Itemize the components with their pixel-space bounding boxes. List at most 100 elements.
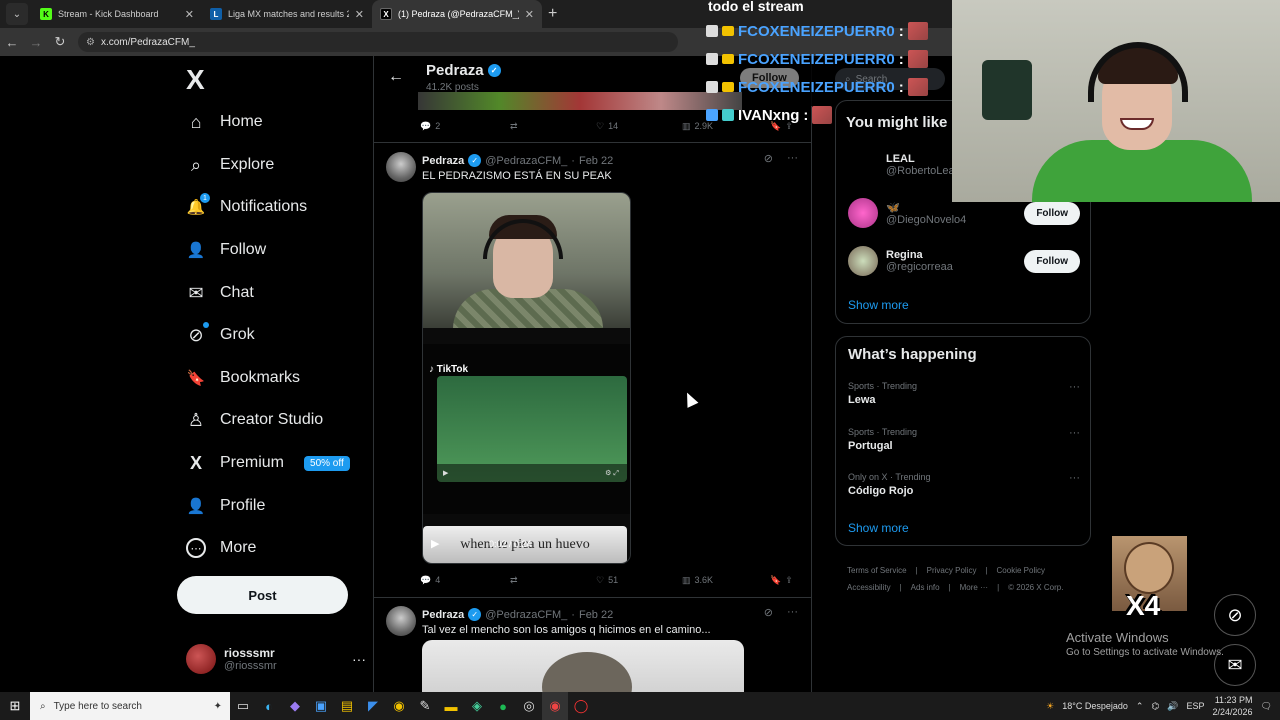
nav-label: Notifications	[220, 198, 308, 215]
address-bar[interactable]: ⚙ x.com/PedrazaCFM_	[78, 32, 678, 52]
taskbar-search-input[interactable]: ⌕ Type here to search ✦	[30, 692, 230, 720]
nav-item-bookmarks[interactable]: 🔖 Bookmarks	[186, 358, 300, 398]
tweet-image[interactable]	[422, 640, 744, 700]
footer-separator: |	[915, 566, 918, 575]
author-name[interactable]: Pedraza	[422, 155, 464, 167]
more-horizontal-icon[interactable]: ···	[787, 606, 798, 619]
edge-icon[interactable]: ◐	[256, 692, 282, 720]
back-arrow-icon[interactable]: ←	[0, 35, 24, 50]
more-horizontal-icon[interactable]: ···	[1069, 381, 1080, 393]
copilot-icon[interactable]: ◆	[282, 692, 308, 720]
tab-close-icon[interactable]: ✕	[525, 8, 534, 21]
nav-item-premium[interactable]: X Premium 50% off	[186, 443, 350, 483]
trend-item[interactable]: Sports · Trending Lewa ···	[848, 381, 1080, 406]
nav-item-explore[interactable]: ⌕ Explore	[186, 145, 274, 185]
opera-icon[interactable]: ◯	[568, 692, 594, 720]
nav-item-more[interactable]: ⋯ More	[186, 528, 256, 568]
vscode-icon[interactable]: ◤	[360, 692, 386, 720]
footer-link[interactable]: Accessibility	[847, 583, 891, 592]
follow-button[interactable]: Follow	[1024, 249, 1080, 273]
reply-button[interactable]: 💬 2	[420, 121, 510, 132]
obs-icon[interactable]: ◎	[516, 692, 542, 720]
notes-icon[interactable]: ✎	[412, 692, 438, 720]
like-button[interactable]: ♡ 14	[596, 121, 682, 132]
clock[interactable]: 11:23 PM 2/24/2026	[1213, 694, 1253, 718]
embedded-tweet: ♪ TikTok ▶ ⚙ ⤢	[423, 344, 630, 514]
tray-chevron-icon[interactable]: ⌃	[1136, 701, 1144, 712]
tab-close-icon[interactable]: ✕	[355, 8, 364, 21]
more-horizontal-icon[interactable]: ···	[1069, 427, 1080, 439]
x-premium-icon: X	[189, 452, 202, 473]
language-indicator[interactable]: ESP	[1187, 701, 1205, 711]
weather-icon[interactable]: ☀	[1046, 701, 1054, 712]
weather-text[interactable]: 18°C Despejado	[1062, 701, 1128, 711]
browser-tab-kick[interactable]: K Stream - Kick Dashboard ✕	[32, 0, 202, 28]
x-logo-icon[interactable]: X	[186, 64, 205, 96]
footer-link[interactable]: Ads info	[911, 583, 940, 592]
forward-arrow-icon[interactable]: →	[24, 35, 48, 50]
reply-button[interactable]: 💬 4	[420, 575, 510, 586]
follow-button[interactable]: Follow	[1024, 201, 1080, 225]
footer-link[interactable]: Terms of Service	[847, 566, 907, 575]
notification-center-icon[interactable]: 🗨	[1261, 701, 1272, 712]
nav-item-grok[interactable]: ⊘ Grok	[186, 315, 255, 355]
repost-button[interactable]: ⇄	[510, 121, 596, 132]
show-more-link[interactable]: Show more	[848, 521, 909, 535]
nav-item-notifications[interactable]: 🔔 1 Notifications	[186, 187, 307, 227]
repost-button[interactable]: ⇄	[510, 575, 596, 586]
back-arrow-icon[interactable]: ←	[388, 68, 404, 86]
chrome-icon[interactable]: ◉	[386, 692, 412, 720]
folder-icon[interactable]: ▬	[438, 692, 464, 720]
more-horizontal-icon[interactable]: ···	[787, 152, 798, 165]
tweet-date[interactable]: Feb 22	[579, 609, 613, 621]
footer-link[interactable]: Privacy Policy	[927, 566, 977, 575]
footer-link[interactable]: Cookie Policy	[997, 566, 1045, 575]
browser-tab-x-profile[interactable]: X (1) Pedraza (@PedrazaCFM_) / ✕	[372, 0, 542, 28]
nav-item-chat[interactable]: ✉ Chat	[186, 273, 253, 313]
more-horizontal-icon[interactable]: ···	[352, 651, 366, 667]
volume-icon[interactable]: 🔊	[1167, 701, 1178, 712]
nav-item-home[interactable]: ⌂ Home	[186, 102, 263, 142]
post-button[interactable]: Post	[177, 576, 348, 614]
suggestion-row[interactable]: Regina @regicorreaa Follow	[848, 243, 1080, 279]
browser-tab-ligamx[interactable]: L Liga MX matches and results 20 ✕	[202, 0, 372, 28]
avatar[interactable]	[386, 152, 416, 182]
tab-close-icon[interactable]: ✕	[185, 8, 194, 21]
tweet-video[interactable]: ♪ TikTok ▶ ⚙ ⤢ when. te pica un huevo ▶ 0…	[422, 192, 631, 564]
tweet-date[interactable]: Feb 22	[579, 155, 613, 167]
grok-icon[interactable]: ⊘	[764, 606, 773, 619]
tab-search-button[interactable]: ⌄	[6, 3, 28, 25]
grok-icon[interactable]: ⊘	[764, 152, 773, 165]
task-view-icon[interactable]: ▭	[230, 692, 256, 720]
avatar[interactable]	[386, 606, 416, 636]
footer-link[interactable]: More ···	[960, 583, 988, 592]
more-horizontal-icon[interactable]: ···	[1069, 472, 1080, 484]
show-more-link[interactable]: Show more	[848, 298, 909, 312]
account-switcher[interactable]: riosssmr @riosssmr ···	[186, 644, 366, 674]
views-button[interactable]: ▥ 3.6K	[682, 575, 766, 586]
new-tab-button[interactable]: +	[548, 5, 557, 23]
app-icon[interactable]: ▤	[334, 692, 360, 720]
tab-title: (1) Pedraza (@PedrazaCFM_) /	[398, 9, 519, 19]
like-button[interactable]: ♡ 51	[596, 575, 682, 586]
play-icon[interactable]: ▶	[431, 537, 439, 550]
bookmark-icon[interactable]: 🔖	[770, 575, 781, 586]
trend-category: Sports · Trending	[848, 427, 918, 437]
trend-item[interactable]: Sports · Trending Portugal ···	[848, 427, 1080, 452]
network-icon[interactable]: ⌬	[1151, 701, 1159, 712]
nav-item-follow[interactable]: 👤 Follow	[186, 230, 267, 270]
spotify-icon[interactable]: ●	[490, 692, 516, 720]
store-icon[interactable]: ▣	[308, 692, 334, 720]
app-icon[interactable]: ◈	[464, 692, 490, 720]
share-icon[interactable]: ⇪	[785, 575, 793, 586]
reload-icon[interactable]: ↻	[48, 34, 72, 50]
author-name[interactable]: Pedraza	[422, 609, 464, 621]
windows-start-icon[interactable]: ⊞	[0, 698, 30, 714]
footer-separator: |	[985, 566, 988, 575]
site-info-icon[interactable]: ⚙	[86, 37, 95, 48]
video-strip	[423, 328, 630, 344]
nav-item-profile[interactable]: 👤 Profile	[186, 486, 266, 526]
nav-item-creator-studio[interactable]: ♙ Creator Studio	[186, 400, 323, 440]
chrome-active-icon[interactable]: ◉	[542, 692, 568, 720]
trend-item[interactable]: Only on X · Trending Código Rojo ···	[848, 472, 1080, 497]
